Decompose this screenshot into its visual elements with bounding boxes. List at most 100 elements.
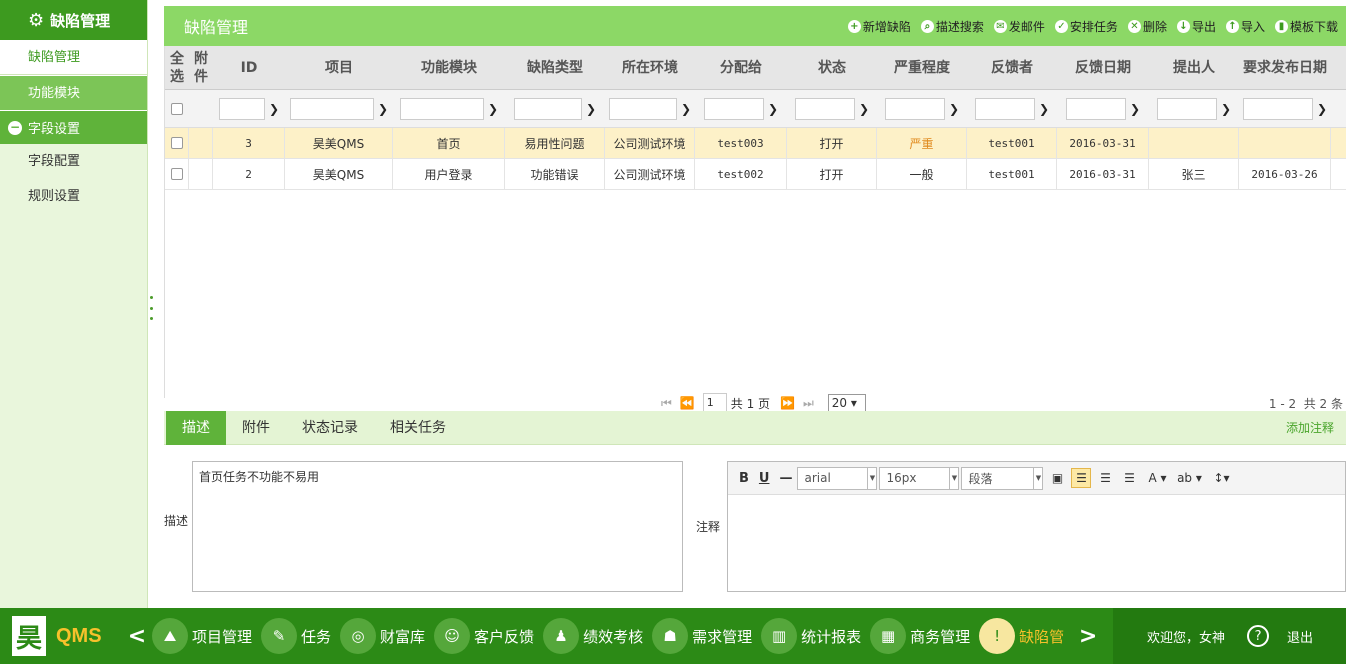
sidebar-item-defects[interactable]: 缺陷管理: [0, 40, 147, 75]
chevron-down-icon[interactable]: ❯: [378, 102, 388, 116]
send-mail-button[interactable]: ✉ 发邮件: [993, 18, 1045, 35]
import-button[interactable]: ↑ 导入: [1225, 18, 1265, 35]
row-checkbox[interactable]: [170, 137, 183, 149]
filter-id[interactable]: [218, 97, 265, 120]
search-description-button[interactable]: ⌕ 描述搜索: [920, 18, 984, 35]
note-editor[interactable]: B U — arial ▼ 16px ▼ 段落 ▼ ▣ ☰ ☰ ☰ A ▾ ab ▾ …: [727, 461, 1346, 592]
cell-id: 3: [213, 128, 285, 158]
filter-severity[interactable]: [884, 97, 945, 120]
col-type[interactable]: 缺陷类型: [505, 46, 605, 89]
chevron-down-icon[interactable]: ❯: [859, 102, 869, 116]
filter-env[interactable]: [608, 97, 677, 120]
hr-button[interactable]: —: [779, 471, 792, 486]
filter-project[interactable]: [289, 97, 374, 120]
filter-module[interactable]: [399, 97, 484, 120]
template-download-button[interactable]: ▮ 模板下载: [1274, 18, 1338, 35]
table-row[interactable]: 2 昊美QMS 用户登录 功能错误 公司测试环境 test002 打开 一般 t…: [165, 159, 1346, 190]
col-select-all[interactable]: 全选: [165, 46, 189, 89]
col-status[interactable]: 状态: [787, 46, 877, 89]
add-defect-button[interactable]: + 新增缺陷: [847, 18, 911, 35]
description-field[interactable]: 首页任务不功能不易用: [192, 461, 683, 592]
highlight-icon[interactable]: ab ▾: [1175, 468, 1203, 488]
underline-button[interactable]: U: [759, 471, 770, 486]
add-note-link[interactable]: 添加注释: [1286, 419, 1334, 436]
tab-description[interactable]: 描述: [166, 410, 226, 445]
align-left-icon[interactable]: ☰: [1071, 468, 1092, 488]
font-color-icon[interactable]: A ▾: [1143, 468, 1171, 488]
nav-prev-icon[interactable]: <: [122, 624, 152, 649]
filter-date[interactable]: [1065, 97, 1126, 120]
col-release-date[interactable]: 要求发布日期: [1239, 46, 1331, 89]
filter-release-date[interactable]: [1242, 97, 1313, 120]
module-defects[interactable]: ! 缺陷管: [979, 618, 1064, 654]
align-right-icon[interactable]: ☰: [1095, 468, 1115, 488]
font-size-select[interactable]: 16px ▼: [879, 466, 960, 490]
chevron-down-icon[interactable]: ❯: [1130, 102, 1140, 116]
col-date[interactable]: 反馈日期: [1057, 46, 1149, 89]
logout-link[interactable]: 退出: [1287, 627, 1313, 646]
module-project[interactable]: ⛰ 项目管理: [152, 618, 252, 654]
module-reports[interactable]: ▥ 统计报表: [761, 618, 861, 654]
last-page-icon[interactable]: ⏭: [803, 396, 814, 411]
line-height-icon[interactable]: ↕▾: [1207, 468, 1235, 488]
chevron-down-icon[interactable]: ❯: [269, 102, 279, 116]
bold-button[interactable]: B: [739, 471, 749, 486]
align-center-icon[interactable]: ☰: [1119, 468, 1139, 488]
assign-task-button[interactable]: ✓ 安排任务: [1054, 18, 1118, 35]
col-submitter[interactable]: 提出人: [1149, 46, 1239, 89]
chevron-down-icon[interactable]: ❯: [1221, 102, 1231, 116]
chevron-down-icon[interactable]: ❯: [1039, 102, 1049, 116]
col-assignee[interactable]: 分配给: [695, 46, 787, 89]
help-icon[interactable]: ?: [1247, 625, 1270, 647]
nav-next-icon[interactable]: >: [1073, 624, 1103, 649]
table-row[interactable]: 3 昊美QMS 首页 易用性问题 公司测试环境 test003 打开 严重 te…: [165, 128, 1346, 159]
col-env[interactable]: 所在环境: [605, 46, 695, 89]
module-performance[interactable]: ♟ 绩效考核: [543, 618, 643, 654]
filter-assignee[interactable]: [703, 97, 764, 120]
paragraph-select[interactable]: 段落 ▼: [961, 466, 1044, 490]
tab-attachments[interactable]: 附件: [226, 411, 286, 445]
export-button[interactable]: ↓ 导出: [1176, 18, 1216, 35]
prev-page-icon[interactable]: ⏪: [680, 396, 695, 410]
chevron-down-icon[interactable]: ❯: [586, 102, 596, 116]
col-severity[interactable]: 严重程度: [877, 46, 967, 89]
sidebar-item-modules[interactable]: 功能模块: [0, 75, 147, 110]
module-task[interactable]: ✎ 任务: [261, 618, 331, 654]
tab-related-tasks[interactable]: 相关任务: [374, 411, 462, 445]
filter-checkbox[interactable]: [171, 102, 183, 115]
page-input[interactable]: 1: [702, 393, 727, 413]
filter-type[interactable]: [513, 97, 582, 120]
row-checkbox[interactable]: [170, 168, 183, 180]
feedback-icon: ☺: [434, 618, 471, 654]
sidebar-item-rules[interactable]: 规则设置: [0, 179, 147, 214]
module-feedback[interactable]: ☺ 客户反馈: [434, 618, 534, 654]
font-family-select[interactable]: arial ▼: [797, 466, 878, 490]
chevron-down-icon[interactable]: ❯: [768, 102, 778, 116]
col-module[interactable]: 功能模块: [393, 46, 505, 89]
delete-button[interactable]: ✕ 删除: [1127, 18, 1167, 35]
module-business[interactable]: ▦ 商务管理: [870, 618, 970, 654]
splitter-handle[interactable]: [150, 296, 154, 320]
chevron-down-icon[interactable]: ❯: [1317, 102, 1327, 116]
module-wealth[interactable]: ◎ 财富库: [340, 618, 425, 654]
module-requirements[interactable]: ☗ 需求管理: [652, 618, 752, 654]
col-id[interactable]: ID: [213, 46, 285, 89]
next-page-icon[interactable]: ⏩: [780, 396, 795, 410]
filter-reporter[interactable]: [974, 97, 1035, 120]
page-size-select[interactable]: 20 ▾: [827, 393, 866, 413]
filter-status[interactable]: [794, 97, 855, 120]
col-reporter[interactable]: 反馈者: [967, 46, 1057, 89]
filter-submitter[interactable]: [1156, 97, 1217, 120]
sidebar-item-field-config[interactable]: 字段配置: [0, 144, 147, 179]
collapse-icon[interactable]: −: [8, 120, 22, 135]
chevron-down-icon[interactable]: ❯: [488, 102, 498, 116]
chevron-down-icon[interactable]: ❯: [949, 102, 959, 116]
first-page-icon[interactable]: ⏮: [661, 396, 672, 411]
cell-module: 首页: [393, 128, 505, 158]
sidebar-group-fields[interactable]: − 字段设置: [0, 110, 147, 144]
chevron-down-icon[interactable]: ❯: [681, 102, 691, 116]
image-icon[interactable]: ▣: [1047, 468, 1067, 488]
page-title: 缺陷管理: [184, 18, 249, 37]
tab-status-log[interactable]: 状态记录: [286, 411, 374, 445]
col-project[interactable]: 项目: [285, 46, 393, 89]
